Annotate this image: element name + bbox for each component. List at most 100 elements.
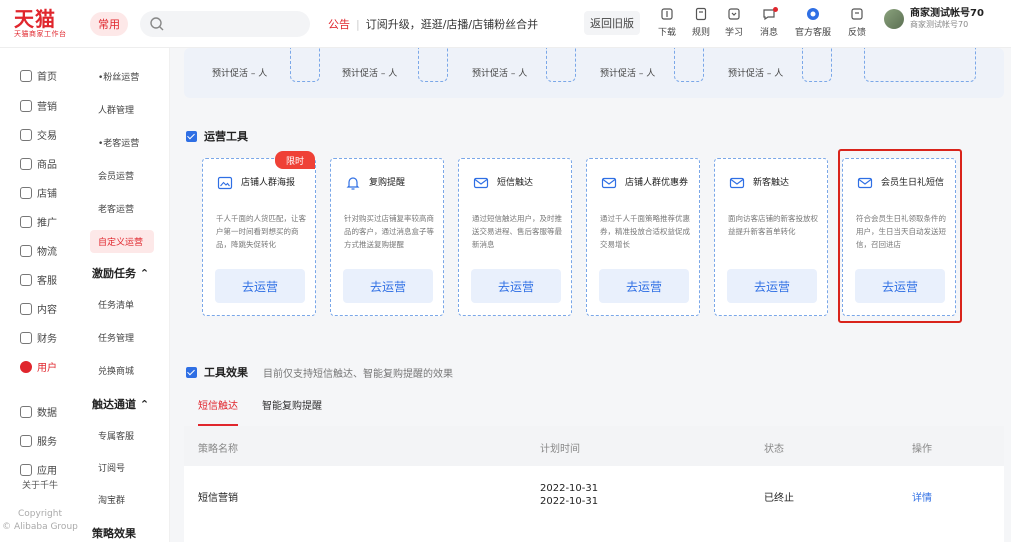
content-icon (20, 302, 32, 315)
card-title: 新客触达 (753, 178, 790, 188)
subnav-item-task-list[interactable]: 任务清单 (98, 298, 134, 311)
subnav-item-crowd[interactable]: 人群管理 (98, 103, 134, 116)
tool-message[interactable]: 消息 (754, 7, 784, 38)
tool-download[interactable]: 下载 (652, 7, 682, 38)
subnav-group-reach[interactable]: 触达通道 ⌃ (92, 396, 149, 412)
go-operate-button[interactable]: 去运营 (215, 269, 305, 303)
main-content: 预计促活 – 人 预计促活 – 人 预计促活 – 人 预计促活 – 人 预计促活… (170, 48, 1011, 542)
tool-card-store-poster[interactable]: 限时 店铺人群海报 千人千面的人货匹配，让客户第一时间看到想买的商品，降跳失促转… (202, 151, 316, 316)
user-icon (20, 360, 32, 373)
sidebar-item-logistics[interactable]: 物流 (20, 243, 57, 258)
search-input[interactable] (140, 11, 310, 37)
marketing-icon (20, 99, 32, 112)
user-profile[interactable]: 商家测试帐号70 商家测试帐号70 (884, 8, 984, 30)
sidebar-item-home[interactable]: 首页 (20, 68, 57, 83)
go-operate-button[interactable]: 去运营 (727, 269, 817, 303)
sidebar-item-data[interactable]: 数据 (20, 404, 57, 419)
sidebar-item-marketing[interactable]: 营销 (20, 98, 57, 113)
common-button[interactable]: 常用 (90, 12, 128, 36)
tool-rules[interactable]: 规则 (686, 7, 716, 38)
sidebar-item-customer-service[interactable]: 客服 (20, 272, 57, 287)
table-row: 短信营销 2022-10-31 2022-10-31 已终止 详情 (184, 466, 1004, 538)
subnav-item-member[interactable]: 会员运营 (98, 169, 134, 182)
sidebar-item-label: 服务 (37, 437, 57, 448)
sidebar-item-apps[interactable]: 应用 (20, 462, 57, 477)
announcement-text[interactable]: 订阅升级，逛逛/店播/店铺粉丝合并 (366, 16, 538, 32)
promo-box[interactable] (546, 48, 576, 82)
subnav-item-task-manage[interactable]: 任务管理 (98, 331, 134, 344)
sidebar-item-label: 应用 (37, 466, 57, 477)
subnav-group-label: 触达通道 (92, 398, 136, 411)
tmall-logo[interactable]: 天猫 天猫商家工作台 (14, 8, 76, 39)
promo-box[interactable] (418, 48, 448, 82)
subnav-item-custom[interactable]: 自定义运营 (90, 230, 154, 253)
go-operate-button[interactable]: 去运营 (599, 269, 689, 303)
checkbox-icon (186, 130, 197, 142)
tool-card-sms-reach[interactable]: 短信触达 通过短信触达用户，及时推送交易进程、售后客服等最新消息 去运营 (458, 158, 572, 316)
subnav-item-returning[interactable]: 老客运营 (98, 202, 134, 215)
copyright-text: Copyright (18, 509, 62, 519)
customer-service-icon (20, 273, 32, 286)
sidebar-item-label: 首页 (37, 72, 57, 83)
promote-icon (20, 215, 32, 228)
sidebar-item-promote[interactable]: 推广 (20, 214, 57, 229)
effects-table: 策略名称 计划时间 状态 操作 短信营销 2022-10-31 2022-10-… (184, 426, 1004, 542)
subnav-item-exclusive-service[interactable]: 专属客服 (98, 429, 134, 442)
go-operate-button[interactable]: 去运营 (471, 269, 561, 303)
tool-label: 下载 (657, 28, 676, 38)
sidebar-item-goods[interactable]: 商品 (20, 156, 57, 171)
promo-box-large[interactable] (864, 48, 976, 82)
sidebar-item-label: 数据 (37, 408, 57, 419)
tool-card-store-coupon[interactable]: 店铺人群优惠券 通过千人千面策略推荐优惠券，精准投放合适权益促成交易增长 去运营 (586, 158, 700, 316)
promo-label: 预计促活 – 人 (472, 69, 528, 79)
promo-box[interactable] (802, 48, 832, 82)
subnav-item-fans[interactable]: •粉丝运营 (98, 70, 139, 83)
promo-box[interactable] (674, 48, 704, 82)
sidebar-item-user[interactable]: 用户 (20, 359, 57, 374)
secondary-sidebar: •粉丝运营 人群管理 •老客运营 会员运营 老客运营 自定义运营 激励任务 ⌃ … (80, 48, 170, 542)
sidebar-item-label: 内容 (37, 305, 57, 316)
checkbox-icon (186, 366, 197, 378)
announcement[interactable]: 公告 | 订阅升级，逛逛/店播/店铺粉丝合并 (328, 16, 538, 32)
sidebar-item-content[interactable]: 内容 (20, 301, 57, 316)
subnav-item-old-customer[interactable]: •老客运营 (98, 136, 139, 149)
learn-icon (728, 8, 740, 20)
card-title: 短信触达 (497, 178, 534, 188)
coupon-icon (601, 177, 617, 189)
tool-card-repurchase-reminder[interactable]: 复购提醒 针对购买过店铺复率较高商品的客户，通过消息盒子等方式推送复购提醒 去运… (330, 158, 444, 316)
tool-feedback[interactable]: 反馈 (842, 7, 872, 38)
column-header: 策略名称 (198, 444, 238, 455)
sidebar-item-label: 交易 (37, 131, 57, 142)
column-header: 计划时间 (540, 444, 580, 455)
column-header: 状态 (764, 444, 784, 455)
subnav-item-subscription[interactable]: 订阅号 (98, 461, 125, 474)
avatar[interactable] (884, 9, 904, 29)
section-title-text: 工具效果 (204, 366, 248, 379)
highlight-frame (838, 149, 962, 323)
subnav-group-incentive[interactable]: 激励任务 ⌃ (92, 265, 149, 281)
details-link[interactable]: 详情 (912, 489, 932, 504)
tab-smart-repurchase[interactable]: 智能复购提醒 (262, 398, 322, 426)
tool-official-service[interactable]: 官方客服 (794, 7, 832, 38)
tab-sms-reach[interactable]: 短信触达 (198, 398, 238, 426)
go-operate-button[interactable]: 去运营 (343, 269, 433, 303)
subnav-group-effect[interactable]: 策略效果 (92, 525, 136, 541)
promo-box[interactable] (290, 48, 320, 82)
goods-icon (20, 157, 32, 170)
return-old-version-button[interactable]: 返回旧版 (584, 11, 640, 35)
chevron-up-icon: ⌃ (139, 267, 150, 280)
about-qianniu-link[interactable]: 关于千牛 (0, 478, 80, 491)
sidebar-item-store[interactable]: 店铺 (20, 185, 57, 200)
subnav-item-taobao-group[interactable]: 淘宝群 (98, 493, 125, 506)
sidebar-item-finance[interactable]: 财务 (20, 330, 57, 345)
sidebar-item-trade[interactable]: 交易 (20, 127, 57, 142)
home-icon (20, 69, 32, 82)
finance-icon (20, 331, 32, 344)
promo-label: 预计促活 – 人 (600, 69, 656, 79)
tool-card-new-customer-reach[interactable]: 新客触达 面向访客店铺的新客投放权益提升新客首单转化 去运营 (714, 158, 828, 316)
limited-time-badge: 限时 (275, 151, 315, 169)
sidebar-item-services[interactable]: 服务 (20, 433, 57, 448)
subnav-item-exchange[interactable]: 兑换商城 (98, 364, 134, 377)
sidebar-item-label: 用户 (37, 363, 57, 374)
tool-learn[interactable]: 学习 (719, 7, 749, 38)
